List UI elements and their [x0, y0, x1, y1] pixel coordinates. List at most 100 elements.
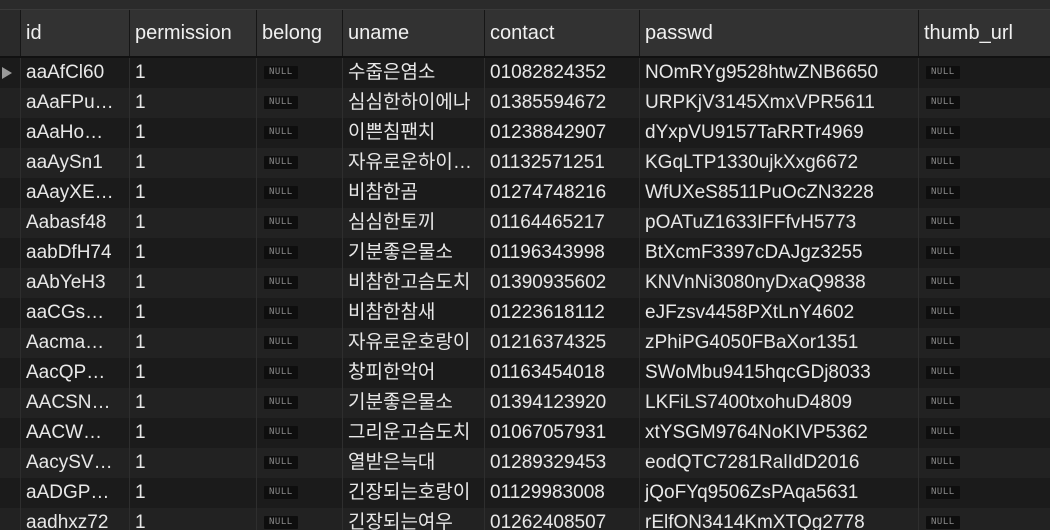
table-row[interactable]: aAayXE… 1 NULL 비참한곰 01274748216 WfUXeS8511PuO… — [0, 178, 1050, 208]
cell-thumb-url[interactable]: NULL — [919, 418, 1050, 448]
cell-passwd[interactable]: xtYSGM9764NoKIVP5362 — [640, 418, 919, 448]
cell-thumb-url[interactable]: NULL — [919, 58, 1050, 88]
cell-belong[interactable]: NULL — [257, 238, 343, 268]
row-gutter[interactable] — [0, 448, 21, 478]
cell-uname[interactable]: 이쁜침팬치 — [343, 118, 485, 148]
cell-thumb-url[interactable]: NULL — [919, 148, 1050, 178]
cell-uname[interactable]: 긴장되는여우 — [343, 508, 485, 530]
cell-uname[interactable]: 비참한곰 — [343, 178, 485, 208]
cell-thumb-url[interactable]: NULL — [919, 358, 1050, 388]
cell-id[interactable]: aaAySn1 — [21, 148, 130, 178]
cell-contact[interactable]: 01067057931 — [485, 418, 640, 448]
cell-passwd[interactable]: zPhiPG4050FBaXor1351 — [640, 328, 919, 358]
cell-belong[interactable]: NULL — [257, 448, 343, 478]
cell-passwd[interactable]: eodQTC7281RalIdD2016 — [640, 448, 919, 478]
table-row[interactable]: AACW… 1 NULL 그리운고슴도치 01067057931 xtYSGM9764No… — [0, 418, 1050, 448]
cell-thumb-url[interactable]: NULL — [919, 328, 1050, 358]
cell-id[interactable]: aAayXE… — [21, 178, 130, 208]
row-gutter[interactable] — [0, 478, 21, 508]
cell-belong[interactable]: NULL — [257, 358, 343, 388]
cell-belong[interactable]: NULL — [257, 418, 343, 448]
column-header-passwd[interactable]: passwd — [640, 10, 919, 56]
cell-id[interactable]: aaAfCl60 — [21, 58, 130, 88]
cell-permission[interactable]: 1 — [130, 148, 257, 178]
cell-uname[interactable]: 기분좋은물소 — [343, 388, 485, 418]
cell-uname[interactable]: 그리운고슴도치 — [343, 418, 485, 448]
cell-passwd[interactable]: jQoFYq9506ZsPAqa5631 — [640, 478, 919, 508]
cell-permission[interactable]: 1 — [130, 88, 257, 118]
cell-id[interactable]: AacySV… — [21, 448, 130, 478]
column-header-id[interactable]: id — [21, 10, 130, 56]
row-gutter[interactable] — [0, 148, 21, 178]
cell-permission[interactable]: 1 — [130, 58, 257, 88]
cell-permission[interactable]: 1 — [130, 238, 257, 268]
table-row[interactable]: aabDfH74 1 NULL 기분좋은물소 01196343998 BtXcmF3397… — [0, 238, 1050, 268]
cell-id[interactable]: AACW… — [21, 418, 130, 448]
cell-thumb-url[interactable]: NULL — [919, 508, 1050, 530]
cell-belong[interactable]: NULL — [257, 208, 343, 238]
cell-id[interactable]: Aacma… — [21, 328, 130, 358]
cell-permission[interactable]: 1 — [130, 508, 257, 530]
cell-thumb-url[interactable]: NULL — [919, 298, 1050, 328]
cell-id[interactable]: aAaHo… — [21, 118, 130, 148]
cell-thumb-url[interactable]: NULL — [919, 448, 1050, 478]
cell-passwd[interactable]: dYxpVU9157TaRRTr4969 — [640, 118, 919, 148]
cell-contact[interactable]: 01262408507 — [485, 508, 640, 530]
cell-uname[interactable]: 긴장되는호랑이 — [343, 478, 485, 508]
cell-passwd[interactable]: NOmRYg9528htwZNB6650 — [640, 58, 919, 88]
cell-belong[interactable]: NULL — [257, 508, 343, 530]
cell-permission[interactable]: 1 — [130, 478, 257, 508]
cell-belong[interactable]: NULL — [257, 478, 343, 508]
column-header-uname[interactable]: uname — [343, 10, 485, 56]
cell-thumb-url[interactable]: NULL — [919, 268, 1050, 298]
table-row[interactable]: aADGP… 1 NULL 긴장되는호랑이 01129983008 jQoFYq9506Z… — [0, 478, 1050, 508]
cell-id[interactable]: AacQP… — [21, 358, 130, 388]
cell-passwd[interactable]: SWoMbu9415hqcGDj8033 — [640, 358, 919, 388]
cell-uname[interactable]: 심심한토끼 — [343, 208, 485, 238]
cell-permission[interactable]: 1 — [130, 178, 257, 208]
cell-id[interactable]: aadhxz72 — [21, 508, 130, 530]
cell-permission[interactable]: 1 — [130, 328, 257, 358]
cell-id[interactable]: Aabasf48 — [21, 208, 130, 238]
cell-permission[interactable]: 1 — [130, 448, 257, 478]
cell-contact[interactable]: 01129983008 — [485, 478, 640, 508]
column-header-permission[interactable]: permission — [130, 10, 257, 56]
cell-uname[interactable]: 자유로운하이… — [343, 148, 485, 178]
cell-belong[interactable]: NULL — [257, 118, 343, 148]
row-gutter[interactable] — [0, 358, 21, 388]
row-gutter[interactable] — [0, 208, 21, 238]
table-row[interactable]: aaAySn1 1 NULL 자유로운하이… 01132571251 KGqLTP1330… — [0, 148, 1050, 178]
cell-uname[interactable]: 심심한하이에나 — [343, 88, 485, 118]
cell-contact[interactable]: 01163454018 — [485, 358, 640, 388]
cell-permission[interactable]: 1 — [130, 118, 257, 148]
column-header-belong[interactable]: belong — [257, 10, 343, 56]
table-row[interactable]: aAaFPu… 1 NULL 심심한하이에나 01385594672 URPKjV3145… — [0, 88, 1050, 118]
table-row[interactable]: Aacma… 1 NULL 자유로운호랑이 01216374325 zPhiPG4050F… — [0, 328, 1050, 358]
cell-uname[interactable]: 열받은늑대 — [343, 448, 485, 478]
cell-uname[interactable]: 기분좋은물소 — [343, 238, 485, 268]
row-gutter[interactable] — [0, 418, 21, 448]
cell-thumb-url[interactable]: NULL — [919, 178, 1050, 208]
row-gutter[interactable] — [0, 238, 21, 268]
row-gutter[interactable] — [0, 118, 21, 148]
cell-thumb-url[interactable]: NULL — [919, 238, 1050, 268]
cell-permission[interactable]: 1 — [130, 358, 257, 388]
cell-id[interactable]: aAaFPu… — [21, 88, 130, 118]
cell-belong[interactable]: NULL — [257, 268, 343, 298]
cell-contact[interactable]: 01082824352 — [485, 58, 640, 88]
cell-passwd[interactable]: KNVnNi3080nyDxaQ9838 — [640, 268, 919, 298]
cell-contact[interactable]: 01132571251 — [485, 148, 640, 178]
cell-passwd[interactable]: WfUXeS8511PuOcZN3228 — [640, 178, 919, 208]
row-gutter[interactable] — [0, 508, 21, 530]
table-row[interactable]: AACSN… 1 NULL 기분좋은물소 01394123920 LKFiLS7400tx… — [0, 388, 1050, 418]
table-row[interactable]: aadhxz72 1 NULL 긴장되는여우 01262408507 rElfON3414… — [0, 508, 1050, 530]
row-gutter[interactable] — [0, 178, 21, 208]
table-row[interactable]: AacQP… 1 NULL 창피한악어 01163454018 SWoMbu9415hqc… — [0, 358, 1050, 388]
cell-id[interactable]: aAbYeH3 — [21, 268, 130, 298]
cell-permission[interactable]: 1 — [130, 418, 257, 448]
cell-contact[interactable]: 01394123920 — [485, 388, 640, 418]
cell-belong[interactable]: NULL — [257, 148, 343, 178]
row-gutter[interactable] — [0, 58, 21, 88]
cell-thumb-url[interactable]: NULL — [919, 118, 1050, 148]
cell-thumb-url[interactable]: NULL — [919, 478, 1050, 508]
